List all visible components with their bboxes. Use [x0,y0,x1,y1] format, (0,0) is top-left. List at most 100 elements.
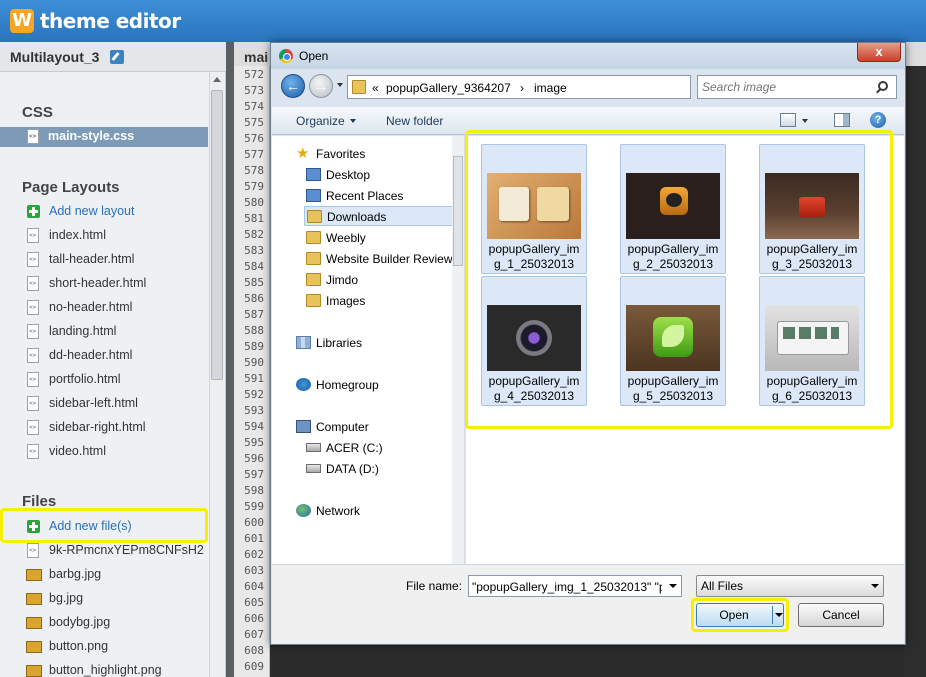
address-row: ← → « popupGallery_9364207 › image ↻ [271,69,905,105]
line-number: 584 [244,260,264,273]
navigation-pane: ★ Favorites Desktop Recent Places Downloa… [272,136,465,564]
line-number: 578 [244,164,264,177]
sidebar-scroll-thumb[interactable] [211,90,223,380]
line-number: 589 [244,340,264,353]
line-number: 572 [244,68,264,81]
chevron-down-icon[interactable] [669,584,677,588]
line-number: 606 [244,612,264,625]
recent-locations-icon[interactable] [337,83,343,87]
chevron-down-icon [871,584,879,588]
code-file-icon [27,276,39,291]
file-sidebar: Multilayout_3 CSS main-style.css Page La… [0,42,226,677]
weebly-logo-icon: W [10,9,34,33]
line-number: 604 [244,580,264,593]
css-section-title: CSS [22,104,53,121]
css-file-item[interactable]: main-style.css [0,127,208,147]
folder-icon [306,252,321,265]
search-icon[interactable] [878,81,888,91]
image-file-icon [26,617,42,629]
address-bar[interactable]: « popupGallery_9364207 › image ↻ [347,75,761,99]
breadcrumb-subfolder[interactable]: image [534,81,567,95]
line-number: 576 [244,132,264,145]
line-number: 573 [244,84,264,97]
file-name-field[interactable] [468,575,682,597]
recent-places-icon [306,189,321,202]
network-icon [296,504,311,517]
file-type-select[interactable]: All Files [696,575,884,597]
organize-button[interactable]: Organize [296,114,356,128]
project-name: Multilayout_3 [10,49,100,65]
image-file-icon [26,665,42,677]
line-number: 586 [244,292,264,305]
dialog-footer: File name: All Files Open Cancel [272,564,904,644]
code-area[interactable] [904,66,926,677]
scroll-up-icon[interactable] [213,77,221,82]
search-box[interactable] [697,75,897,99]
cancel-button[interactable]: Cancel [798,603,884,627]
dialog-titlebar[interactable]: Open x [271,43,905,69]
help-icon[interactable]: ? [870,112,886,128]
close-button[interactable]: x [857,43,901,62]
search-input[interactable] [702,79,872,95]
app-header: W theme editor [0,0,926,42]
line-number: 582 [244,228,264,241]
layouts-section-title: Page Layouts [22,179,120,196]
downloads-folder-icon [307,210,322,223]
libraries-icon [296,336,311,349]
line-number: 575 [244,116,264,129]
back-arrow-icon[interactable]: ← [281,74,305,98]
line-number: 592 [244,388,264,401]
line-number: 596 [244,452,264,465]
code-file-icon [27,420,39,435]
code-file-icon [27,129,39,144]
edit-pencil-icon[interactable] [110,50,124,64]
image-file-icon [26,593,42,605]
nav-scrollbar[interactable] [452,136,464,564]
drive-icon [306,464,321,473]
file-name-input[interactable] [472,579,662,594]
code-file-icon [27,396,39,411]
open-button-highlight [691,598,789,632]
breadcrumb-folder[interactable]: popupGallery_9364207 [386,81,511,95]
line-number: 587 [244,308,264,321]
preview-pane-icon[interactable] [834,113,850,127]
line-number: 577 [244,148,264,161]
code-file-icon [27,300,39,315]
new-folder-button[interactable]: New folder [386,114,443,128]
image-file-icon [26,569,42,581]
nav-downloads[interactable]: Downloads [304,206,464,226]
computer-icon [296,420,311,433]
sidebar-scrollbar[interactable] [209,72,224,677]
add-file-highlight [0,508,208,543]
line-number: 603 [244,564,264,577]
dialog-title: Open [299,49,329,63]
line-number: 598 [244,484,264,497]
add-icon [27,205,40,218]
line-number: 601 [244,532,264,545]
line-number: 591 [244,372,264,385]
folder-icon [306,294,321,307]
open-file-dialog: Open x ← → « popupGallery_9364207 › imag… [270,42,906,645]
line-number: 580 [244,196,264,209]
line-number: 590 [244,356,264,369]
forward-arrow-icon[interactable]: → [309,74,333,98]
panel-splitter[interactable] [226,42,234,677]
nav-scroll-thumb[interactable] [453,156,463,266]
desktop-icon [306,168,321,181]
line-number: 597 [244,468,264,481]
code-file-icon [27,252,39,267]
code-file-icon [27,324,39,339]
change-view-icon[interactable] [780,113,796,127]
chrome-icon [279,49,293,63]
project-bar: Multilayout_3 [0,42,226,72]
line-number: 574 [244,100,264,113]
chevron-down-icon[interactable] [802,119,808,123]
file-item[interactable]: 9k-RPmcnxYEPm8CNFsH2 [24,541,209,561]
folder-icon [352,80,366,94]
line-number: 593 [244,404,264,417]
code-file-icon [27,372,39,387]
line-number: 581 [244,212,264,225]
line-number: 579 [244,180,264,193]
line-number: 600 [244,516,264,529]
line-number-gutter: 572 573 574 575 576 577 578 579 580 581 582 583 584 5… [234,66,270,677]
